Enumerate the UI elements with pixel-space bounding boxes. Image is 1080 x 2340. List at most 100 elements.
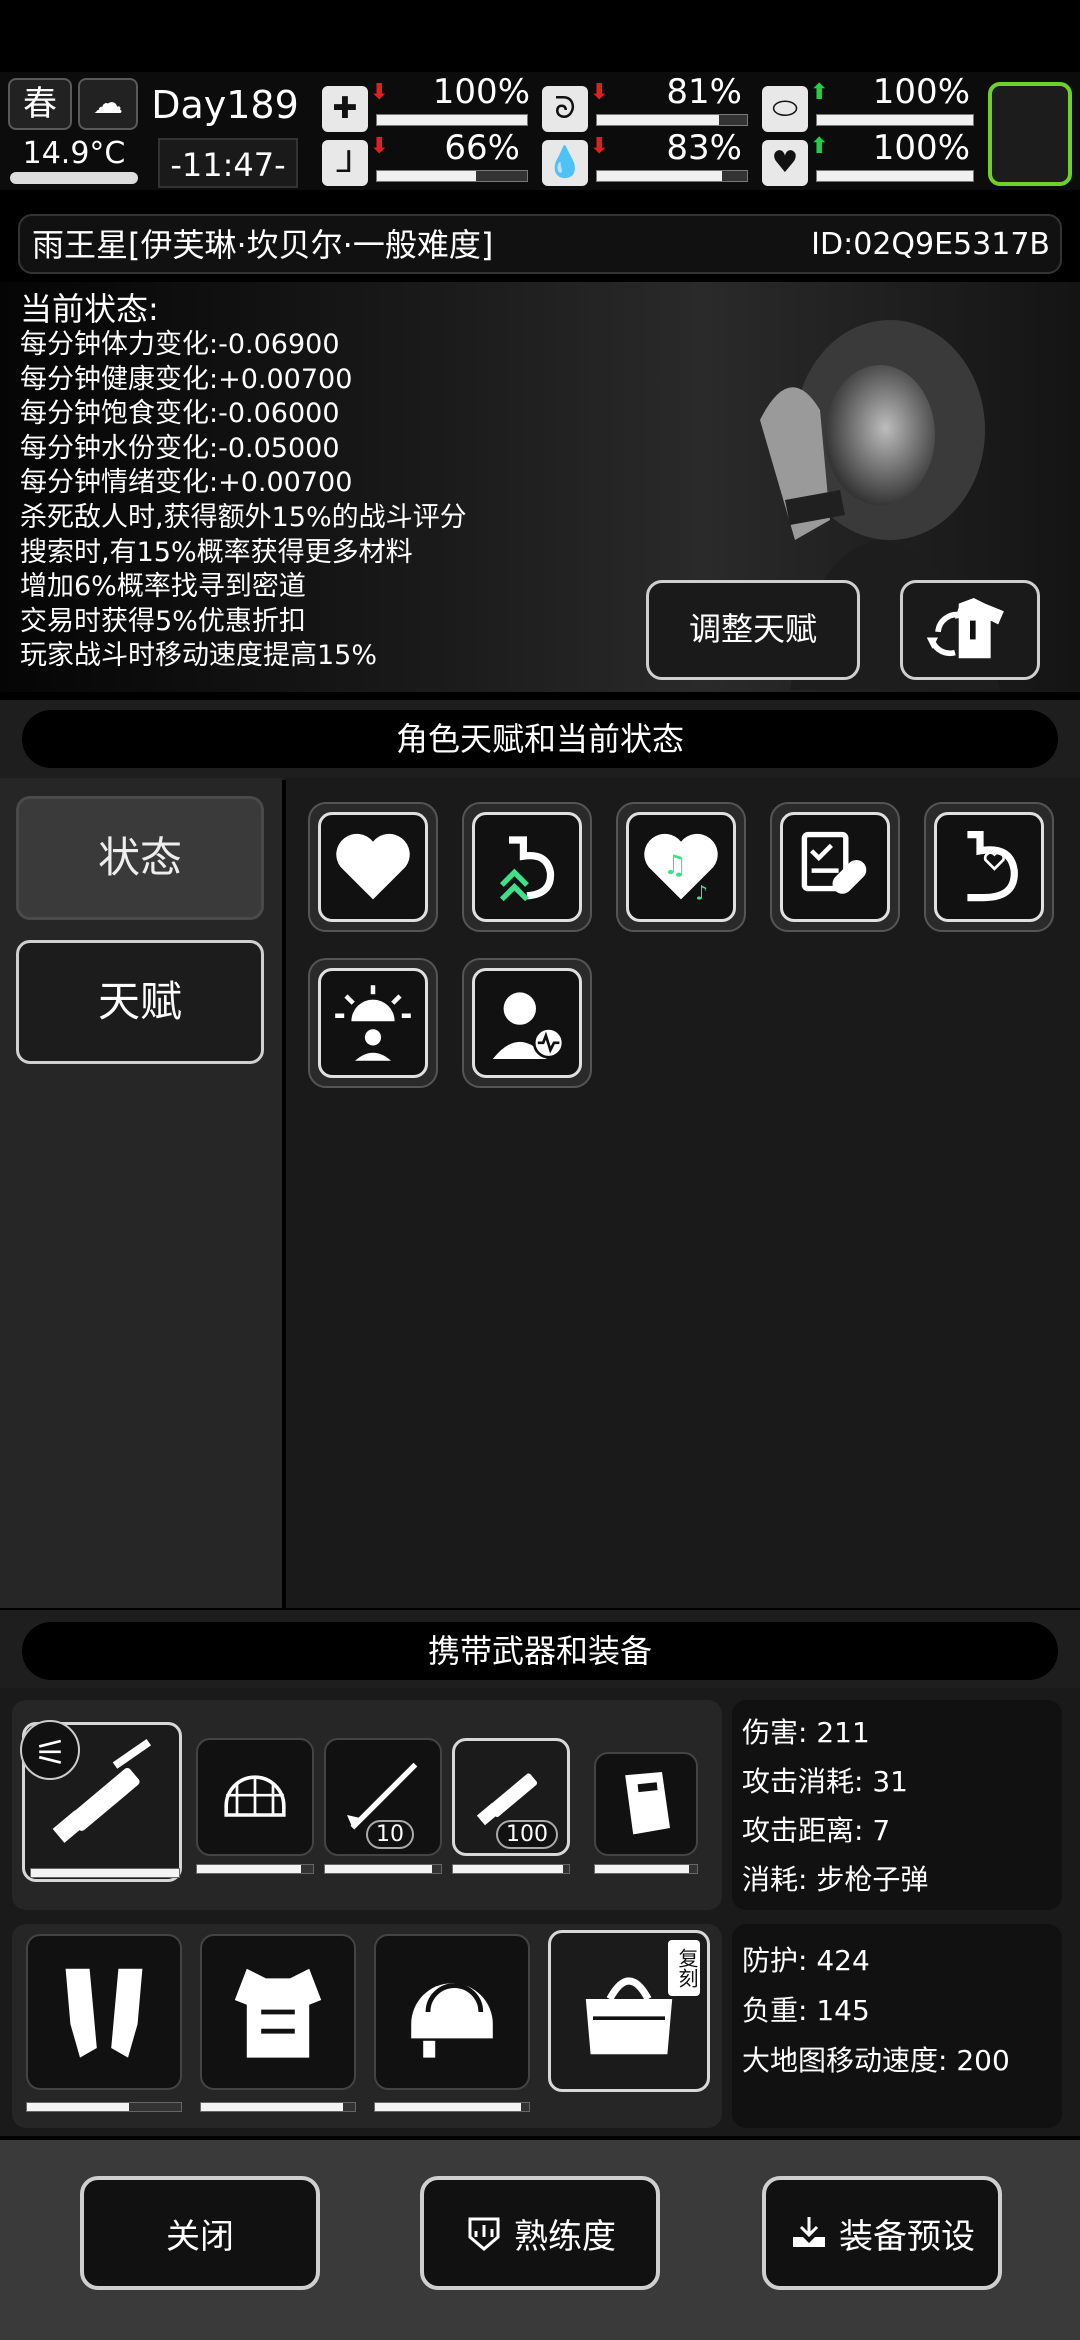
proficiency-button-label: 熟练度 [514, 2216, 616, 2257]
stamina-bar [816, 114, 974, 126]
weapon-slot-shield[interactable] [594, 1752, 698, 1856]
pill-icon: ⬭ [762, 86, 808, 132]
adjust-talent-button[interactable]: 调整天赋 [646, 580, 860, 680]
equipment-section-title: 携带武器和装备 [22, 1622, 1058, 1680]
stomach-up-icon [499, 836, 555, 902]
status-line: 每分钟情绪变化:+0.00700 [20, 467, 353, 499]
durability-bar [200, 2102, 356, 2112]
body-armor-icon [234, 1968, 322, 2058]
download-box-icon [793, 2217, 825, 2247]
temperature-bar [10, 172, 138, 184]
proficiency-button[interactable]: 熟练度 [420, 2176, 660, 2290]
trend-down-icon: ⬇ [370, 80, 389, 105]
person-heartbeat-icon [492, 992, 565, 1059]
talent-alert-icon[interactable] [308, 958, 438, 1088]
armor-slot-vest[interactable] [200, 1934, 356, 2090]
weather-icon: ☁ [78, 78, 138, 130]
trend-down-icon: ⬇ [590, 134, 609, 159]
close-button-label: 关闭 [166, 2216, 234, 2257]
weapon-durability-bar [30, 1868, 180, 1878]
temperature-label: 14.9°C [22, 136, 126, 171]
status-heading: 当前状态: [20, 290, 159, 328]
status-list: 当前状态: 每分钟体力变化:-0.06900 每分钟健康变化:+0.00700 … [20, 290, 467, 674]
status-line: 增加6%概率找寻到密道 [20, 571, 306, 603]
claw-slash-icon [38, 1739, 62, 1764]
mood-value: 100% [872, 128, 970, 168]
trend-up-icon: ⬆ [810, 80, 829, 105]
stamina-value: 100% [872, 72, 970, 112]
talent-stomach-heart-icon[interactable] [924, 802, 1054, 932]
character-id: ID:02Q9E5317B [811, 227, 1050, 262]
change-outfit-button[interactable] [900, 580, 1040, 680]
gauntlets-icon [65, 1968, 143, 2058]
bag-tag: 复刻 [668, 1940, 700, 1996]
durability-bar [594, 1864, 698, 1874]
status-line: 每分钟水份变化:-0.05000 [20, 432, 340, 464]
trend-down-icon: ⬇ [590, 80, 609, 105]
mood-bar [816, 170, 974, 182]
season-label: 春 [23, 84, 57, 124]
season-indicator: 春 [8, 78, 72, 130]
food-value: 81% [666, 72, 742, 112]
talent-section-title: 角色天赋和当前状态 [22, 710, 1058, 768]
equipment-preset-label: 装备预设 [839, 2216, 975, 2257]
health-bar [376, 114, 528, 126]
status-line: 玩家战斗时移动速度提高15% [20, 640, 378, 672]
stat-map-speed: 大地图移动速度: 200 [742, 2044, 1010, 2077]
talent-health-icon[interactable] [308, 802, 438, 932]
svg-text:♫: ♫ [663, 850, 687, 881]
close-button[interactable]: 关闭 [80, 2176, 320, 2290]
status-line: 搜索时,有15%概率获得更多材料 [20, 536, 413, 568]
heart-icon [336, 833, 410, 900]
durability-bar [196, 1864, 314, 1874]
music-heart-icon: ♫♪ [644, 833, 718, 904]
stat-ammo-type: 消耗: 步枪子弹 [742, 1863, 929, 1896]
talent-vitality-icon[interactable] [462, 958, 592, 1088]
shield-rank-icon [468, 2217, 500, 2251]
leg-value: 66% [444, 128, 520, 168]
outfit-swap-icon [926, 598, 1004, 659]
water-value: 83% [666, 128, 742, 168]
status-line: 每分钟健康变化:+0.00700 [20, 363, 353, 395]
equipment-preset-button[interactable]: 装备预设 [762, 2176, 1002, 2290]
weapon-skill-badge [20, 1720, 80, 1780]
trend-down-icon: ⬇ [370, 134, 389, 159]
stat-attack-range: 攻击距离: 7 [742, 1814, 891, 1847]
stat-defense: 防护: 424 [742, 1944, 870, 1977]
status-line: 每分钟体力变化:-0.06900 [20, 329, 340, 360]
leg-bar [376, 170, 528, 182]
armor-slot-helmet[interactable] [374, 1934, 530, 2090]
weapon-slot-helmet-net[interactable] [196, 1738, 314, 1856]
talent-medicine-icon[interactable] [770, 802, 900, 932]
durability-bar [374, 2102, 530, 2112]
armor-slot-gauntlets[interactable] [26, 1934, 182, 2090]
character-name: 雨王星[伊芙琳·坎贝尔·一般难度] [32, 226, 494, 264]
riot-shield-icon [625, 1772, 670, 1835]
health-value: 100% [432, 72, 530, 112]
talent-digestion-icon[interactable] [462, 802, 592, 932]
ammo-count: 100 [496, 1820, 558, 1849]
quick-action-button[interactable] [988, 82, 1072, 186]
game-clock: -11:47- [158, 138, 298, 188]
heart-icon: ♥ [762, 140, 808, 186]
armor-stats: 防护: 424 负重: 145 大地图移动速度: 200 [732, 1924, 1062, 2128]
alarm-person-icon [335, 985, 411, 1061]
stomach-heart-icon [967, 831, 1018, 902]
status-line: 交易时获得5%优惠折扣 [20, 605, 306, 637]
day-counter: Day189 [151, 83, 299, 127]
durability-bar [452, 1864, 570, 1874]
stat-weight: 负重: 145 [742, 1994, 870, 2027]
stat-damage: 伤害: 211 [742, 1716, 870, 1749]
weapon-stats: 伤害: 211 攻击消耗: 31 攻击距离: 7 消耗: 步枪子弹 [732, 1700, 1062, 1910]
trend-up-icon: ⬆ [810, 134, 829, 159]
helmet-icon [411, 1983, 493, 2058]
tab-talent[interactable]: 天赋 [16, 940, 264, 1064]
svg-text:♪: ♪ [695, 881, 708, 904]
clipboard-pill-icon [801, 831, 867, 894]
leg-icon: ⅃ [322, 140, 368, 186]
tab-status[interactable]: 状态 [16, 796, 264, 920]
mesh-helmet-icon [224, 1775, 286, 1817]
stomach-icon: ᘐ [542, 86, 588, 132]
medkit-icon: ✚ [322, 86, 368, 132]
talent-music-heart-icon[interactable]: ♫ ♪ [616, 802, 746, 932]
